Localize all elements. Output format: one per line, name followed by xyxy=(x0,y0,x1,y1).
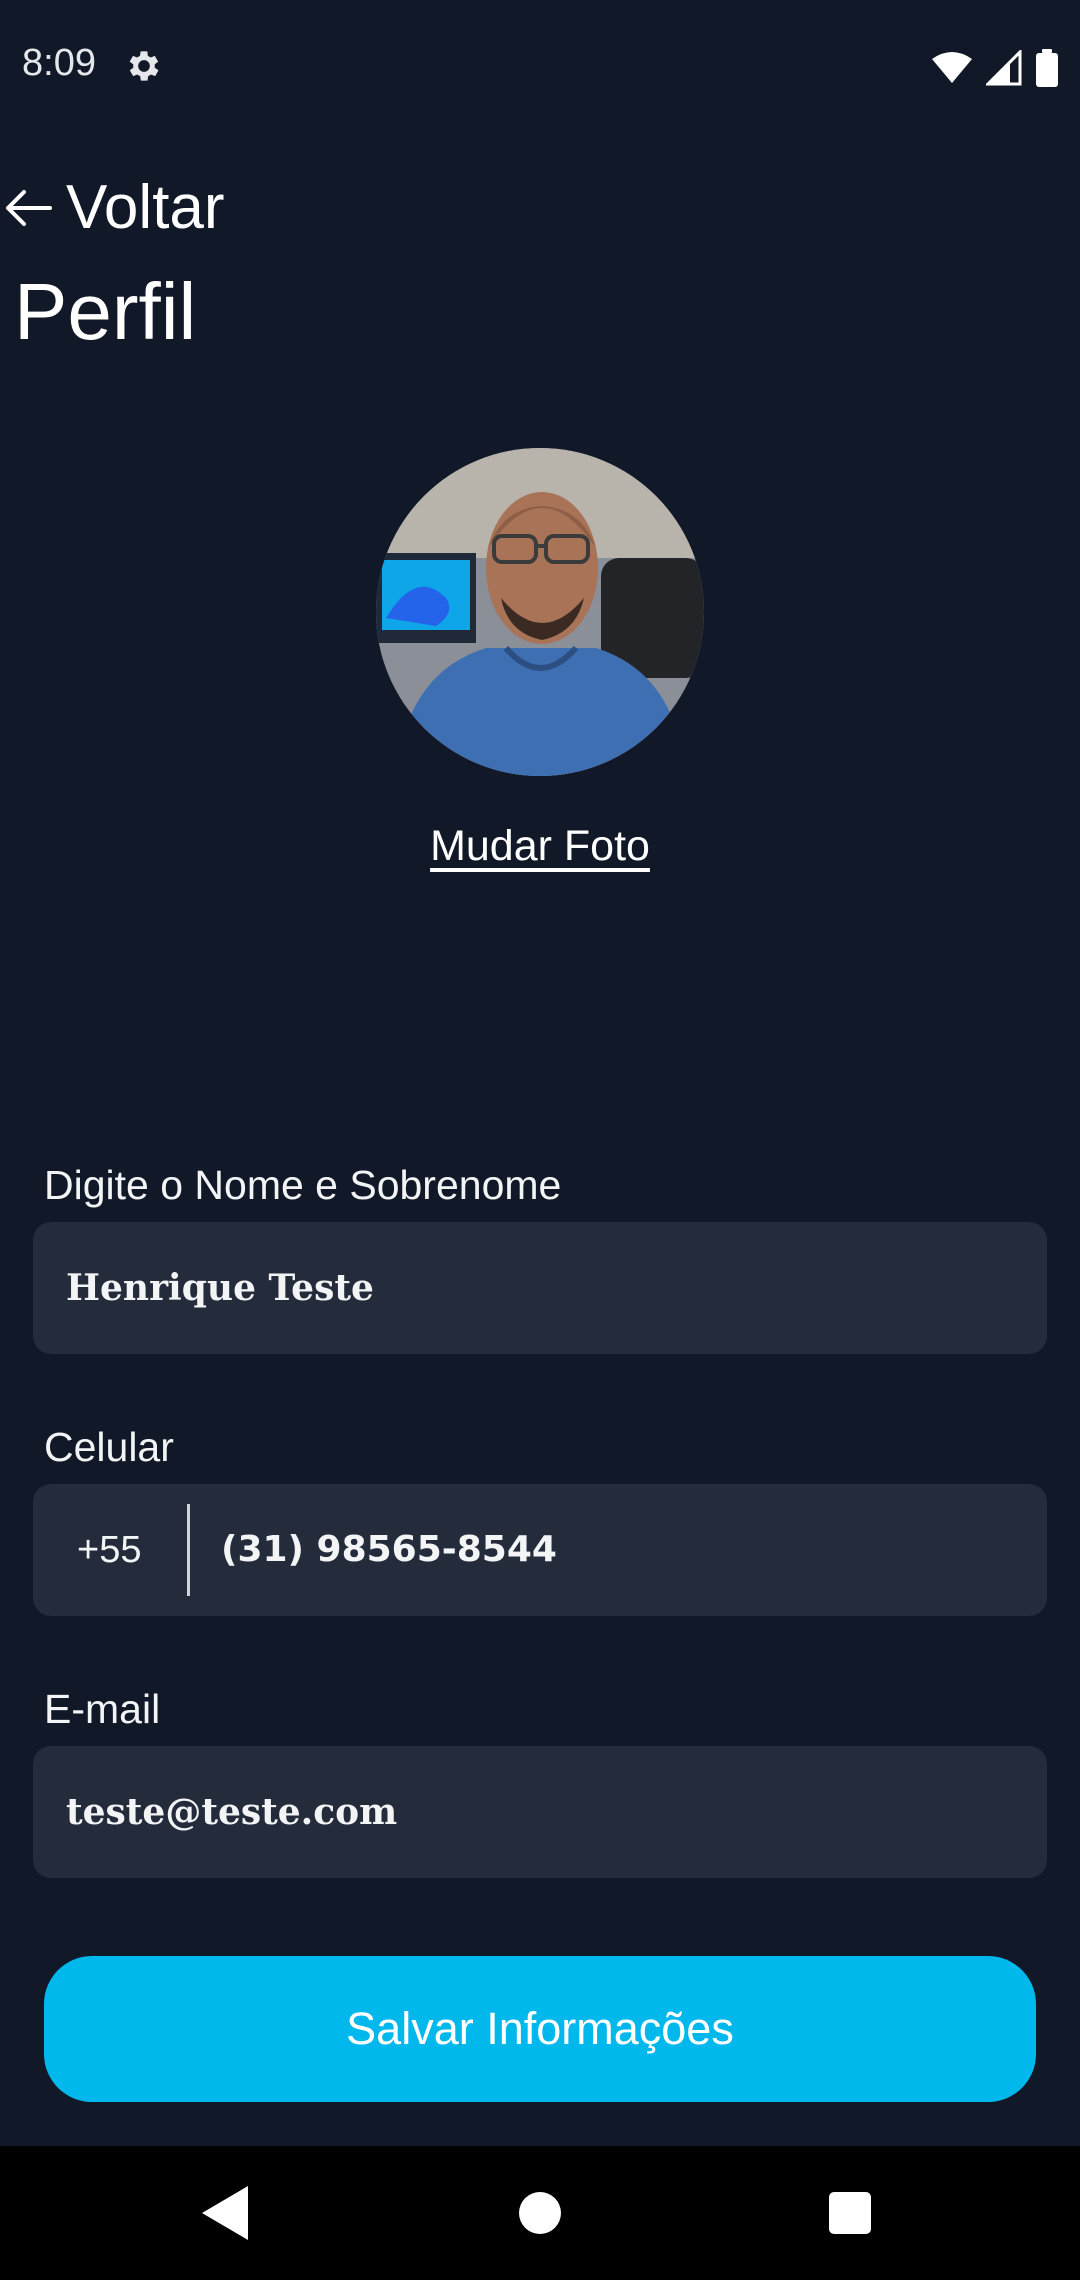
country-code[interactable]: +55 xyxy=(77,1484,141,1616)
phone-label: Celular xyxy=(44,1424,174,1470)
back-label: Voltar xyxy=(66,173,225,242)
cell-signal-icon xyxy=(986,50,1022,86)
change-photo-link[interactable]: Mudar Foto xyxy=(0,822,1080,871)
email-field-box xyxy=(33,1746,1047,1878)
system-nav-bar xyxy=(0,2146,1080,2280)
change-photo-label: Mudar Foto xyxy=(430,822,650,870)
page-title: Perfil xyxy=(14,267,197,356)
save-button[interactable]: Salvar Informações xyxy=(44,1956,1036,2102)
phone-field-box: +55 xyxy=(33,1484,1047,1616)
avatar[interactable] xyxy=(376,448,704,776)
phone-divider xyxy=(187,1504,190,1596)
back-triangle-icon[interactable] xyxy=(188,2176,262,2250)
name-field[interactable] xyxy=(66,1222,1006,1354)
status-icons xyxy=(932,48,1058,88)
arrow-left-icon xyxy=(6,190,52,226)
home-circle-icon[interactable] xyxy=(503,2176,577,2250)
status-bar: 8:09 xyxy=(0,0,1080,136)
phone-field[interactable] xyxy=(221,1484,1021,1616)
back-button[interactable]: Voltar xyxy=(0,168,225,248)
name-label: Digite o Nome e Sobrenome xyxy=(44,1162,562,1208)
email-field[interactable] xyxy=(66,1746,1006,1878)
recents-square-icon[interactable] xyxy=(813,2176,887,2250)
email-label: E-mail xyxy=(44,1686,161,1732)
battery-icon xyxy=(1036,49,1058,87)
profile-photo xyxy=(376,448,704,776)
status-time: 8:09 xyxy=(22,42,96,84)
gear-icon xyxy=(129,51,159,81)
wifi-icon xyxy=(932,52,972,83)
name-field-box xyxy=(33,1222,1047,1354)
